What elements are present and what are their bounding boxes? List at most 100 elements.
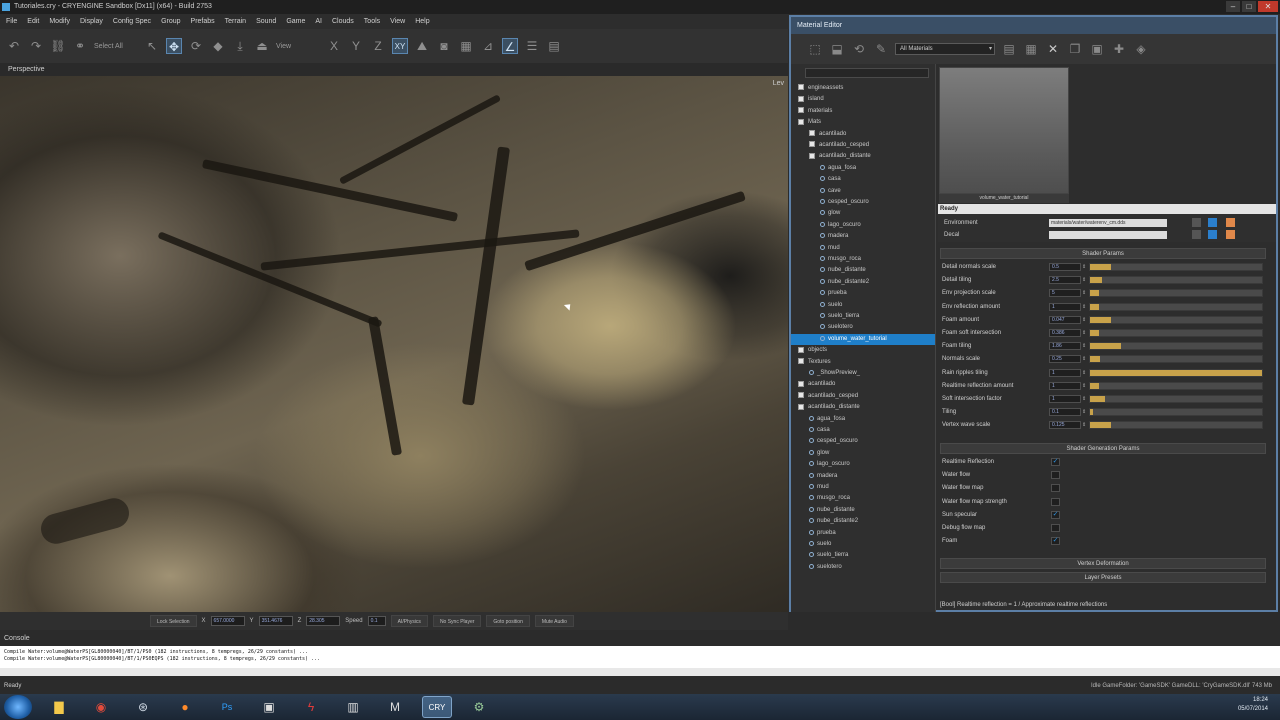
browse-icon[interactable]: [1192, 218, 1201, 227]
menu-item-view[interactable]: View: [390, 18, 405, 25]
menu-item-ai[interactable]: AI: [315, 18, 322, 25]
notepad-icon[interactable]: ▥: [338, 696, 368, 718]
tree-item[interactable]: madera: [791, 231, 935, 242]
rotate-icon[interactable]: ⟳: [188, 38, 204, 54]
reset-icon[interactable]: ⟲: [851, 41, 867, 57]
expand-icon[interactable]: [809, 130, 815, 137]
cryedit-icon[interactable]: ⚙: [464, 696, 494, 718]
ruler-icon[interactable]: ⊿: [480, 38, 496, 54]
firefox-icon[interactable]: ●: [170, 696, 200, 718]
param-slider[interactable]: [1089, 355, 1263, 364]
vertex-deformation-header[interactable]: Vertex Deformation: [940, 558, 1266, 569]
tree-item[interactable]: prueba: [791, 288, 935, 299]
checkbox[interactable]: [1051, 484, 1060, 493]
menu-item-modify[interactable]: Modify: [49, 18, 70, 25]
3d-viewport[interactable]: Lev: [0, 76, 788, 612]
tree-item[interactable]: acantilado_distante: [791, 151, 935, 162]
param-slider[interactable]: [1089, 329, 1263, 337]
tree-item[interactable]: Textures: [791, 357, 935, 368]
pos-y-field[interactable]: 351.4676: [258, 616, 293, 626]
tree-item[interactable]: acantilado: [791, 379, 935, 390]
menu-item-terrain[interactable]: Terrain: [225, 18, 246, 25]
checkbox[interactable]: ✓: [1051, 510, 1060, 519]
expand-icon[interactable]: [809, 141, 815, 148]
tree-item[interactable]: agua_fosa: [791, 163, 935, 174]
texture-chip-icon[interactable]: [1226, 218, 1235, 227]
layer-presets-header[interactable]: Layer Presets: [940, 572, 1266, 583]
spinner-icon[interactable]: ⇕: [1082, 303, 1087, 311]
spinner-icon[interactable]: ⇕: [1082, 355, 1087, 363]
expand-icon[interactable]: [809, 152, 815, 159]
tree-item[interactable]: engineassets: [791, 83, 935, 94]
snap-objects-icon[interactable]: ⏏: [254, 38, 270, 54]
param-slider[interactable]: [1089, 368, 1263, 377]
spinner-icon[interactable]: ⇕: [1082, 369, 1087, 377]
add-material-icon[interactable]: ▤: [1001, 41, 1017, 57]
spinner-icon[interactable]: ⇕: [1082, 395, 1087, 403]
tree-item[interactable]: nube_distante: [791, 505, 935, 516]
mute-audio-button[interactable]: Mute Audio: [534, 615, 574, 627]
browse-icon[interactable]: [1192, 230, 1201, 239]
menu-item-help[interactable]: Help: [415, 18, 429, 25]
tree-item[interactable]: casa: [791, 174, 935, 185]
pos-z-field[interactable]: 28.305: [306, 616, 341, 626]
expand-icon[interactable]: [798, 84, 804, 91]
tree-item[interactable]: musgo_roca: [791, 254, 935, 265]
checkbox[interactable]: ✓: [1051, 537, 1060, 546]
menu-item-group[interactable]: Group: [161, 18, 180, 25]
spinner-icon[interactable]: ⇕: [1082, 329, 1087, 337]
goto-position-button[interactable]: Goto position: [486, 615, 530, 627]
spinner-icon[interactable]: ⇕: [1082, 408, 1087, 416]
param-value-input[interactable]: 1: [1049, 395, 1081, 403]
select-all-dropdown[interactable]: Select All: [94, 43, 138, 50]
terrain-icon[interactable]: ⛰: [414, 38, 430, 54]
tree-item[interactable]: suelo: [791, 300, 935, 311]
assign-to-selection-icon[interactable]: ⬓: [829, 41, 845, 57]
photoshop-icon[interactable]: Ps: [212, 696, 242, 718]
checkbox[interactable]: [1051, 497, 1060, 506]
spinner-icon[interactable]: ⇕: [1082, 382, 1087, 390]
param-slider[interactable]: [1089, 263, 1263, 271]
save-icon[interactable]: ▦: [1023, 41, 1039, 57]
param-slider[interactable]: [1089, 315, 1263, 324]
expand-icon[interactable]: [798, 118, 804, 125]
sandbox-icon[interactable]: ▣: [254, 696, 284, 718]
menu-item-display[interactable]: Display: [80, 18, 103, 25]
unlink-icon[interactable]: ⚭: [72, 38, 88, 54]
expand-icon[interactable]: [798, 95, 804, 102]
expand-icon[interactable]: [798, 358, 804, 365]
checkbox[interactable]: [1051, 524, 1060, 532]
param-slider[interactable]: [1089, 408, 1263, 417]
preview-icon[interactable]: ✚: [1111, 41, 1127, 57]
axis-y-button[interactable]: Y: [348, 38, 364, 54]
tree-item[interactable]: suelotero: [791, 322, 935, 333]
param-slider[interactable]: [1089, 342, 1263, 351]
tree-item[interactable]: nube_distante2: [791, 516, 935, 527]
ai-physics-button[interactable]: AI/Physics: [390, 615, 428, 627]
redo-icon[interactable]: ↷: [28, 38, 44, 54]
tree-item[interactable]: musgo_roca: [791, 493, 935, 504]
tree-item[interactable]: nube_distante: [791, 265, 935, 276]
param-slider[interactable]: [1089, 276, 1263, 285]
angle-snap-icon[interactable]: ∠: [502, 38, 518, 54]
explorer-icon[interactable]: ▇: [44, 696, 74, 718]
camera-icon[interactable]: ◙: [436, 38, 452, 54]
snap-terrain-icon[interactable]: ⤓: [232, 38, 248, 54]
chrome-icon[interactable]: ◉: [86, 696, 116, 718]
layers-icon[interactable]: ☰: [524, 38, 540, 54]
menu-item-edit[interactable]: Edit: [27, 18, 39, 25]
tree-item[interactable]: suelo_tierra: [791, 311, 935, 322]
select-icon[interactable]: ↖: [144, 38, 160, 54]
param-slider[interactable]: [1089, 381, 1263, 390]
undo-icon[interactable]: ↶: [6, 38, 22, 54]
checkbox[interactable]: [1051, 471, 1060, 480]
tree-item[interactable]: acantilado_cesped: [791, 391, 935, 402]
expand-icon[interactable]: [798, 403, 804, 410]
grid-icon[interactable]: ▦: [458, 38, 474, 54]
texture-path[interactable]: materials/water/waterenv_cm.dds: [1049, 219, 1167, 227]
speed-field[interactable]: 0.1: [367, 616, 386, 626]
expand-icon[interactable]: [798, 380, 804, 387]
tree-item[interactable]: lago_oscuro: [791, 459, 935, 470]
axis-x-button[interactable]: X: [326, 38, 342, 54]
axis-xy-button[interactable]: XY: [392, 38, 408, 54]
